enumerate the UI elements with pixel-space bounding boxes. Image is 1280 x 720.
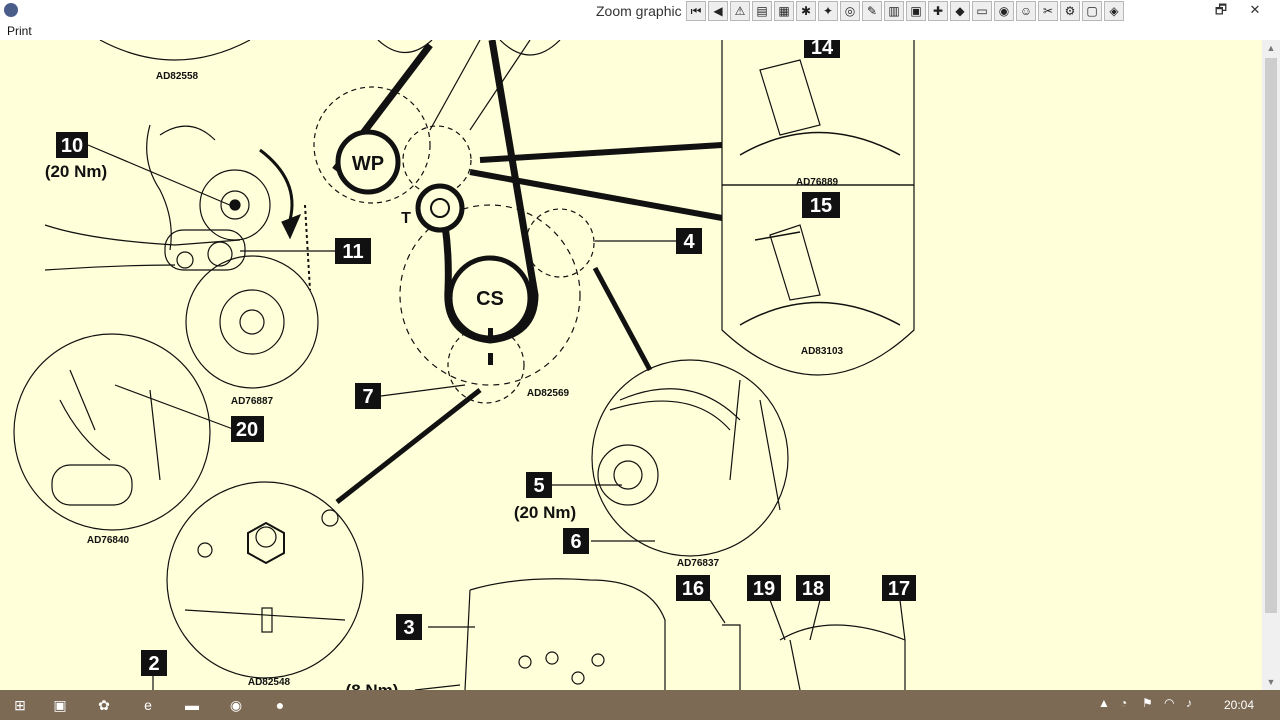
tool-button-12[interactable]: ⚙	[1060, 1, 1080, 21]
tensioner-bracket	[164, 229, 246, 271]
tool-button-4[interactable]: ▥	[884, 1, 904, 21]
warning-button[interactable]: ⚠	[730, 1, 750, 21]
code-tensioner: AD76887	[231, 396, 274, 407]
notification-icon[interactable]: ▲	[1098, 696, 1110, 710]
tool-button-9[interactable]: ◉	[994, 1, 1014, 21]
sprocket-14-frame	[721, 40, 915, 186]
close-button[interactable]: ✕	[1240, 0, 1270, 20]
tool-button-10[interactable]: ☺	[1016, 1, 1036, 21]
volume-icon[interactable]: ♪	[1186, 696, 1192, 710]
wifi-icon[interactable]: ◠	[1164, 696, 1174, 710]
callout-3: 3	[403, 617, 414, 639]
leader-7	[380, 384, 466, 397]
leader-10	[87, 144, 233, 207]
tool-button-3[interactable]: ✎	[862, 1, 882, 21]
tool-button-1[interactable]: ✱	[796, 1, 816, 21]
code-bottom: AD82548	[248, 677, 291, 688]
callout-11: 11	[342, 241, 363, 263]
crank-pulley-inset	[591, 359, 789, 557]
tensioner-t-pulley	[415, 183, 465, 233]
callout-19: 19	[753, 578, 775, 600]
start-button[interactable]: ⊞	[2, 692, 38, 718]
tool-button-14[interactable]: ◈	[1104, 1, 1124, 21]
label-t: T	[401, 210, 411, 227]
tensioner-arm	[44, 224, 241, 271]
callout-7: 7	[362, 386, 373, 408]
menu-bar: Print	[0, 22, 1280, 41]
leader-20	[114, 384, 234, 430]
callout-20: 20	[236, 419, 258, 441]
menu-print[interactable]: Print	[7, 24, 32, 38]
callout-15: 15	[810, 195, 832, 217]
taskbar: ⊞ ▣ ✿ e ▬ ◉ ● ▲ ◔ ⚑ ◠ ♪ 20:04	[0, 690, 1280, 720]
code-inset-20: AD76840	[87, 535, 130, 546]
code-top-left: AD82558	[156, 71, 199, 82]
callout-4: 4	[683, 231, 695, 253]
tool-button-5[interactable]: ▣	[906, 1, 926, 21]
callout-17: 17	[888, 578, 910, 600]
callout-14: 14	[811, 40, 834, 59]
flag-icon[interactable]: ⚑	[1142, 696, 1153, 710]
callout-6: 6	[570, 531, 581, 553]
tool-button-8[interactable]: ▭	[972, 1, 992, 21]
engine-block-edge	[146, 124, 172, 251]
scroll-thumb[interactable]	[1265, 58, 1277, 613]
tool-button-6[interactable]: ✚	[928, 1, 948, 21]
vertical-scrollbar[interactable]: ▲ ▼	[1262, 40, 1280, 690]
prev-page-button[interactable]: ◀	[708, 1, 728, 21]
gauge-button[interactable]: ◎	[840, 1, 860, 21]
first-page-button[interactable]: ⏮	[686, 1, 706, 21]
network-icon[interactable]: ◔	[1120, 696, 1127, 710]
taskbar-app-1[interactable]: ▣	[42, 692, 78, 718]
graphic-button[interactable]: ▦	[774, 1, 794, 21]
idler-pulley	[185, 255, 319, 389]
code-crank: AD82569	[527, 388, 570, 399]
torque-10: (20 Nm)	[45, 162, 107, 181]
app-icon	[4, 3, 18, 17]
callout-10: 10	[61, 135, 83, 157]
tool-button-7[interactable]: ◆	[950, 1, 970, 21]
rotation-arrow	[259, 148, 294, 221]
callout-5: 5	[533, 475, 544, 497]
clock[interactable]: 20:04	[1224, 698, 1254, 712]
tool-button-11[interactable]: ✂	[1038, 1, 1058, 21]
torque-5: (20 Nm)	[514, 503, 576, 522]
book-button[interactable]: ▤	[752, 1, 772, 21]
torque-3: (8 Nm)	[346, 681, 399, 690]
top-sprocket-outline	[499, 40, 561, 56]
top-left-inset-outline	[99, 40, 251, 61]
code-pulley: AD76837	[677, 558, 720, 569]
callout-2: 2	[148, 653, 159, 675]
label-cs: CS	[476, 288, 504, 310]
label-wp: WP	[352, 153, 384, 175]
scroll-up-arrow[interactable]: ▲	[1262, 40, 1280, 56]
code-sprocket-14: AD76889	[796, 177, 839, 188]
inset-20-circle	[13, 333, 211, 531]
taskbar-app-ie[interactable]: e	[130, 692, 166, 718]
restore-button[interactable]: 🗗	[1206, 0, 1236, 20]
window-title: Zoom graphic	[596, 3, 682, 19]
title-bar: Zoom graphic ⏮ ◀ ⚠ ▤ ▦ ✱ ✦ ◎ ✎ ▥ ▣ ✚ ◆ ▭ ◉ ☺ ✂ ⚙ ▢ ◈ 🗗 ✕	[0, 0, 1280, 22]
tool-button-2[interactable]: ✦	[818, 1, 838, 21]
taskbar-app-viewer[interactable]: ●	[262, 692, 298, 718]
callout-18: 18	[802, 578, 824, 600]
diagram-viewport: WP CS T 10 11 20 7 4 5 6 14 15 16 19 18 …	[0, 40, 1262, 690]
taskbar-app-chrome[interactable]: ◉	[218, 692, 254, 718]
inset-20-pulley	[51, 464, 133, 506]
callout-16: 16	[682, 578, 704, 600]
code-sprocket-15: AD83103	[801, 346, 844, 357]
timing-belt-diagram: WP CS T 10 11 20 7 4 5 6 14 15 16 19 18 …	[13, 40, 916, 690]
taskbar-app-2[interactable]: ✿	[86, 692, 122, 718]
bottom-inset-nut	[247, 521, 285, 565]
scroll-down-arrow[interactable]: ▼	[1262, 674, 1280, 690]
tool-button-13[interactable]: ▢	[1082, 1, 1102, 21]
toolbar: ⏮ ◀ ⚠ ▤ ▦ ✱ ✦ ◎ ✎ ▥ ▣ ✚ ◆ ▭ ◉ ☺ ✂ ⚙ ▢ ◈	[686, 1, 1124, 23]
taskbar-app-folder[interactable]: ▬	[174, 692, 210, 718]
cover-outline	[464, 578, 666, 690]
